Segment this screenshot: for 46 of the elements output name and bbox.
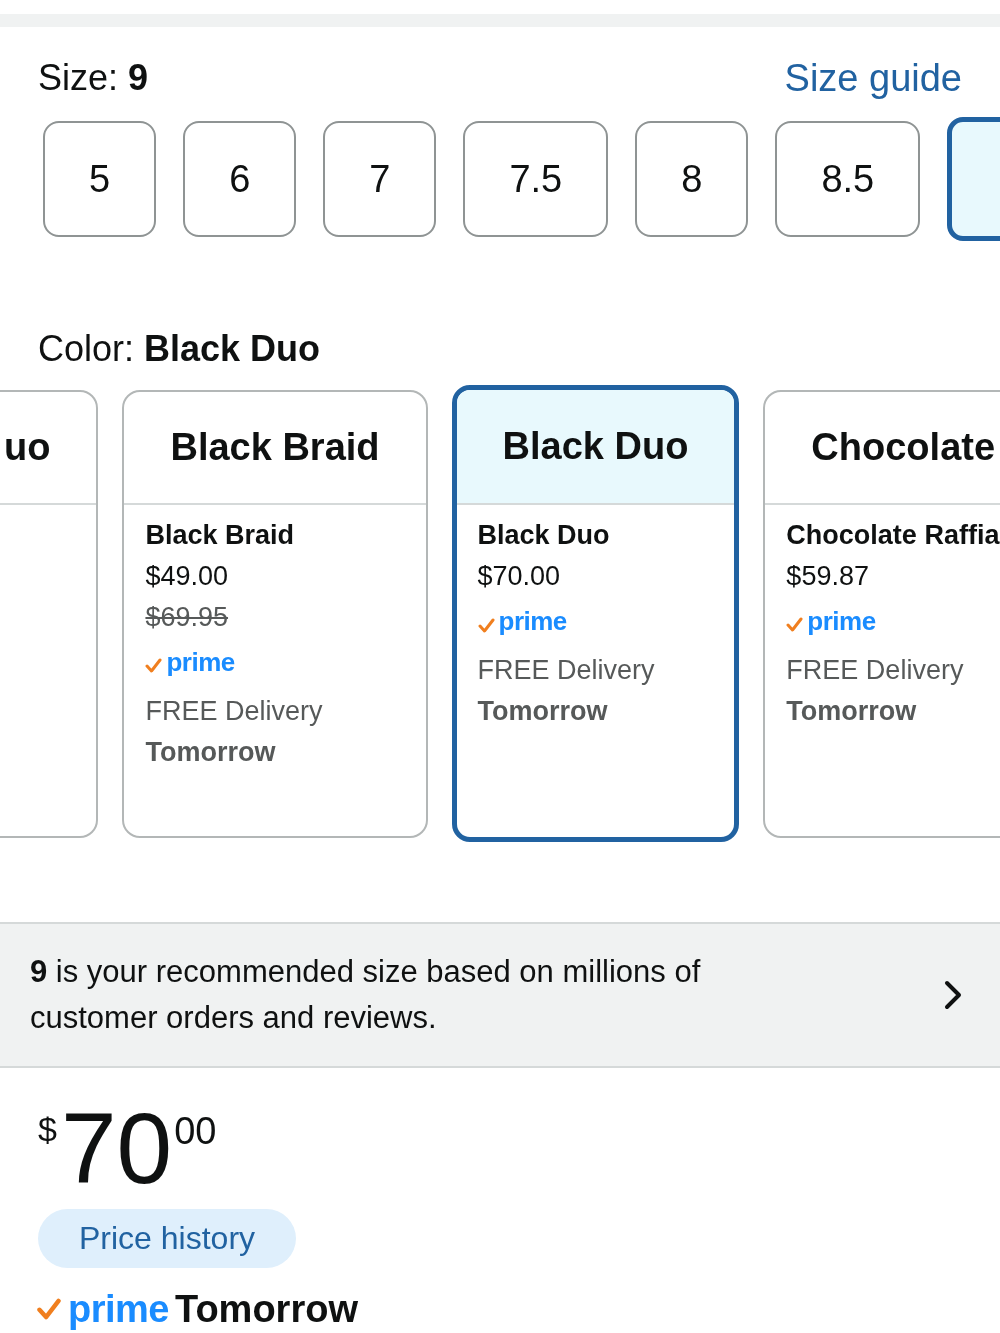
- price-history-button[interactable]: Price history: [38, 1209, 297, 1268]
- color-option-card[interactable]: Chocolate Chocolate Raffia $59.87 prime FREE Delivery Tomorrow: [763, 389, 1000, 838]
- check-icon: [477, 617, 495, 633]
- option-price: $59.87: [786, 559, 869, 593]
- delivery-day: Tomorrow: [477, 691, 608, 732]
- option-header: uo: [0, 391, 97, 505]
- check-icon: [786, 617, 804, 632]
- color-label: Color: Black Duo: [37, 328, 322, 370]
- option-header: Chocolate: [765, 391, 1000, 505]
- option-name: Chocolate Raffia: [786, 518, 1000, 552]
- delivery-text: FREE Delivery: [477, 654, 655, 687]
- recommendation-banner[interactable]: 9 is your recommended size based on millions of customer orders and reviews.: [0, 922, 1000, 1068]
- size-option-button[interactable]: 7.5: [463, 121, 609, 237]
- price-fraction: 00: [174, 1112, 217, 1150]
- color-option-card[interactable]: uo: [0, 389, 99, 838]
- delivery-text: FREE Delivery: [786, 653, 964, 687]
- option-name: Black Duo: [477, 519, 610, 552]
- option-name: Black Braid: [145, 518, 294, 552]
- prime-logo-text: prime: [166, 646, 235, 677]
- option-header: Black Duo: [456, 390, 735, 505]
- prime-logo-text: prime: [498, 606, 567, 636]
- size-option-button[interactable]: 7: [323, 121, 437, 237]
- list-price: $69.95: [145, 600, 229, 634]
- check-icon: [36, 1298, 62, 1320]
- size-label: Size: 9: [38, 57, 149, 99]
- size-option-button[interactable]: 6: [183, 121, 297, 237]
- delivery-day: Tomorrow: [145, 731, 276, 773]
- color-option-card[interactable]: Black Duo Black Duo $70.00 prime FREE Delivery Tomorrow: [451, 385, 740, 842]
- option-price: $49.00: [145, 559, 229, 593]
- delivery-text: FREE Delivery: [145, 694, 323, 728]
- option-price: $70.00: [477, 560, 561, 593]
- prime-logo-text: prime: [807, 605, 876, 636]
- prime-logo-text: prime: [68, 1287, 169, 1332]
- currency-symbol: $: [38, 1112, 57, 1146]
- size-option-button[interactable]: 5: [43, 121, 157, 237]
- recommendation-text: 9 is your recommended size based on millions of customer orders and reviews.: [30, 953, 702, 1037]
- size-option-button[interactable]: 8: [635, 121, 749, 237]
- size-guide-link[interactable]: Size guide: [784, 57, 962, 99]
- delivery-day: Tomorrow: [786, 690, 917, 732]
- chevron-right-icon: [944, 980, 962, 1010]
- delivery-day: Tomorrow: [175, 1286, 358, 1332]
- color-option-card[interactable]: Black Braid Black Braid $49.00 $69.95 prime FREE Delivery Tomorrow: [122, 389, 428, 838]
- size-option-button[interactable]: 8.5: [775, 121, 921, 237]
- option-header: Black Braid: [124, 391, 426, 505]
- price-whole: 70: [60, 1098, 173, 1198]
- check-icon: [145, 658, 163, 673]
